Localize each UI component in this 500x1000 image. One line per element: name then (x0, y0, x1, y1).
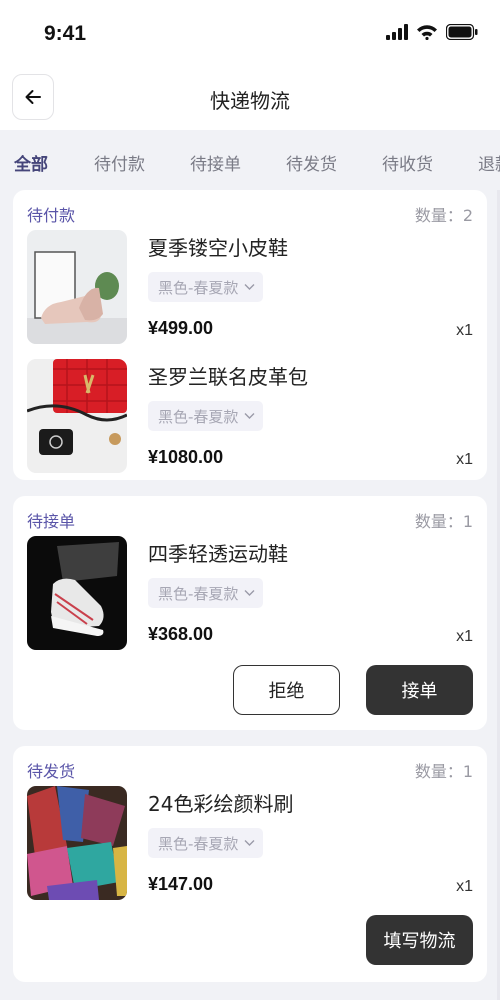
battery-icon (446, 24, 478, 40)
spec-selector[interactable]: 黑色-春夏款 (148, 272, 264, 302)
order-count: 数量：1 (414, 512, 473, 531)
product-image (27, 536, 127, 650)
status-time: 9:41 (44, 22, 87, 45)
tab-pending-shipment[interactable]: 待发货 (286, 150, 337, 175)
product-price: ¥499.00 (148, 318, 214, 338)
order-item[interactable]: 24色彩绘颜料刷 黑色-春夏款 ¥147.00 x1 (27, 786, 473, 902)
order-count: 数量：2 (414, 206, 473, 225)
spec-label: 黑色-春夏款 (158, 584, 239, 603)
product-quantity: x1 (456, 628, 473, 645)
product-name: 四季轻透运动鞋 (148, 542, 288, 566)
product-quantity: x1 (456, 322, 473, 339)
order-item[interactable]: 四季轻透运动鞋 黑色-春夏款 ¥368.00 x1 (27, 536, 473, 652)
fill-logistics-button[interactable]: 填写物流 (366, 915, 473, 965)
product-quantity: x1 (456, 451, 473, 468)
order-tabs: 全部 待付款 待接单 待发货 待收货 退款 (0, 130, 500, 188)
nav-bar: 快递物流 (0, 66, 500, 130)
accept-order-button[interactable]: 接单 (366, 665, 473, 715)
signal-icon (386, 24, 408, 40)
order-card: 待接单 数量：1 四季轻透运动鞋 黑色-春夏款 ¥368.00 x1 拒绝 接单 (13, 496, 487, 730)
tab-refund[interactable]: 退款 (478, 150, 500, 175)
tab-pending-payment[interactable]: 待付款 (94, 150, 145, 175)
order-count: 数量：1 (414, 762, 473, 781)
product-name: 24色彩绘颜料刷 (148, 792, 294, 816)
chevron-down-icon (244, 590, 255, 596)
spec-label: 黑色-春夏款 (158, 278, 239, 297)
spec-selector[interactable]: 黑色-春夏款 (148, 401, 264, 431)
order-card: 待发货 数量：1 24色彩绘颜料刷 黑色-春夏款 ¥147.00 x1 填写物流 (13, 746, 487, 982)
product-quantity: x1 (456, 878, 473, 895)
status-icons (386, 24, 478, 40)
product-price: ¥147.00 (148, 874, 214, 894)
spec-label: 黑色-春夏款 (158, 407, 239, 426)
reject-button[interactable]: 拒绝 (233, 665, 340, 715)
order-status: 待发货 (27, 762, 76, 781)
spec-selector[interactable]: 黑色-春夏款 (148, 828, 264, 858)
product-image (27, 230, 127, 344)
tab-pending-acceptance[interactable]: 待接单 (190, 150, 241, 175)
chevron-down-icon (244, 284, 255, 290)
order-item[interactable]: 圣罗兰联名皮革包 黑色-春夏款 ¥1080.00 x1 (27, 359, 473, 475)
chevron-down-icon (244, 840, 255, 846)
product-name: 圣罗兰联名皮革包 (148, 365, 308, 389)
status-bar: 9:41 (0, 0, 500, 66)
page-title: 快递物流 (210, 89, 290, 113)
wifi-icon (417, 25, 437, 40)
product-image (27, 359, 127, 473)
product-name: 夏季镂空小皮鞋 (148, 236, 288, 260)
spec-label: 黑色-春夏款 (158, 834, 239, 853)
product-price: ¥1080.00 (148, 447, 224, 467)
tab-pending-receipt[interactable]: 待收货 (382, 150, 433, 175)
spec-selector[interactable]: 黑色-春夏款 (148, 578, 264, 608)
chevron-down-icon (244, 413, 255, 419)
tab-all[interactable]: 全部 (14, 150, 48, 175)
product-image (27, 786, 127, 900)
product-price: ¥368.00 (148, 624, 214, 644)
order-status: 待接单 (27, 512, 76, 531)
order-status: 待付款 (27, 206, 76, 225)
order-item[interactable]: 夏季镂空小皮鞋 黑色-春夏款 ¥499.00 x1 (27, 230, 473, 346)
order-card: 待付款 数量：2 夏季镂空小皮鞋 黑色-春夏款 ¥499.00 x1 圣罗兰联名… (13, 190, 487, 480)
